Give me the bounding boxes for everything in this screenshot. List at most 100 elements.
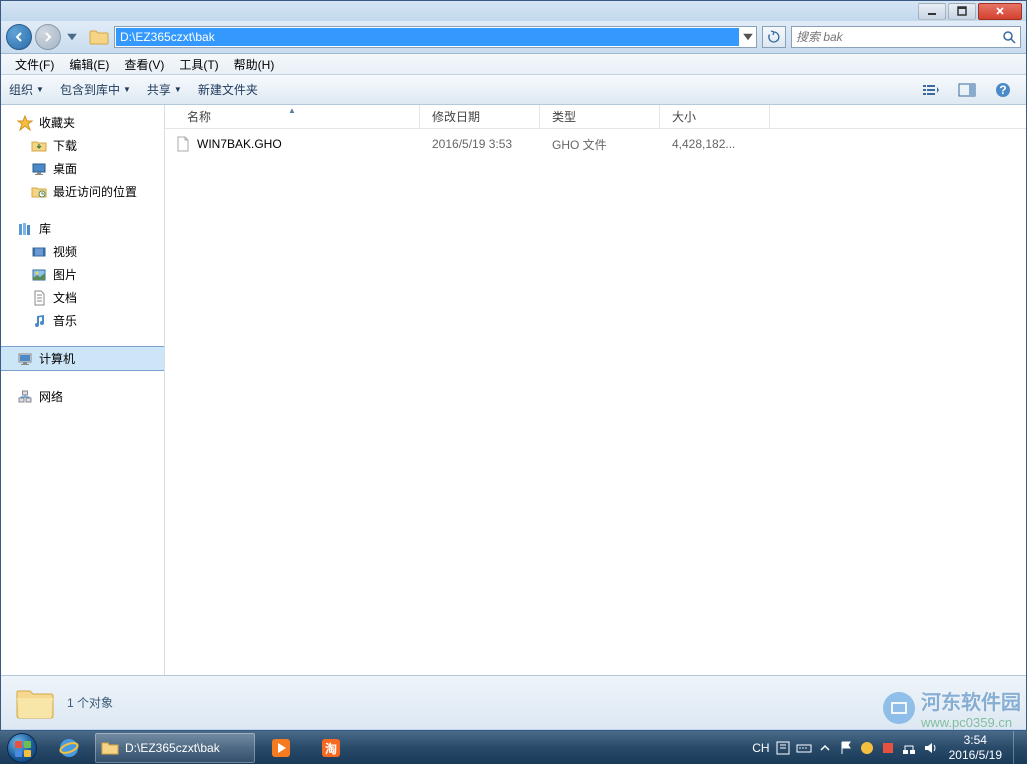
- column-size[interactable]: 大小: [660, 105, 770, 128]
- clock-date: 2016/5/19: [949, 748, 1002, 762]
- ime-tool-icon[interactable]: [775, 740, 791, 756]
- clock-time: 3:54: [949, 733, 1002, 747]
- video-icon: [31, 244, 47, 260]
- explorer-window: 文件(F) 编辑(E) 查看(V) 工具(T) 帮助(H) 组织▼ 包含到库中▼…: [0, 0, 1027, 731]
- refresh-icon: [767, 30, 781, 44]
- menu-view[interactable]: 查看(V): [118, 54, 170, 75]
- help-button[interactable]: ?: [988, 79, 1018, 101]
- column-headers: ▲名称 修改日期 类型 大小: [165, 105, 1026, 129]
- music-icon: [31, 313, 47, 329]
- history-dropdown-icon[interactable]: [64, 27, 80, 47]
- volume-icon[interactable]: [922, 740, 938, 756]
- column-date[interactable]: 修改日期: [420, 105, 540, 128]
- command-toolbar: 组织▼ 包含到库中▼ 共享▼ 新建文件夹 ?: [1, 75, 1026, 105]
- file-size: 4,428,182...: [672, 137, 782, 151]
- media-icon: [270, 737, 292, 759]
- file-list[interactable]: WIN7BAK.GHO 2016/5/19 3:53 GHO 文件 4,428,…: [165, 129, 1026, 675]
- computer-icon: [17, 351, 33, 367]
- taobao-icon: 淘: [320, 737, 342, 759]
- network-icon: [17, 389, 33, 405]
- minimize-button[interactable]: [918, 3, 946, 20]
- ie-icon: [58, 737, 80, 759]
- taskbar-media[interactable]: [257, 733, 305, 763]
- sidebar-network[interactable]: 网络: [1, 385, 164, 408]
- refresh-button[interactable]: [762, 26, 786, 48]
- menu-help[interactable]: 帮助(H): [228, 54, 281, 75]
- menu-tools[interactable]: 工具(T): [173, 54, 224, 75]
- search-icon[interactable]: [1002, 30, 1016, 44]
- menubar: 文件(F) 编辑(E) 查看(V) 工具(T) 帮助(H): [1, 54, 1026, 75]
- file-row[interactable]: WIN7BAK.GHO 2016/5/19 3:53 GHO 文件 4,428,…: [165, 133, 1026, 155]
- folder-icon: [31, 138, 47, 154]
- status-text: 1 个对象: [67, 694, 113, 711]
- search-input[interactable]: [796, 30, 1002, 44]
- organize-button[interactable]: 组织▼: [9, 81, 44, 98]
- sidebar-item-recent[interactable]: 最近访问的位置: [1, 180, 164, 203]
- maximize-button[interactable]: [948, 3, 976, 20]
- menu-file[interactable]: 文件(F): [9, 54, 60, 75]
- sidebar-item-documents[interactable]: 文档: [1, 286, 164, 309]
- svg-text:?: ?: [999, 83, 1006, 97]
- system-tray: CH 3:54 2016/5/19: [752, 731, 1027, 764]
- file-list-pane: ▲名称 修改日期 类型 大小 WIN7BAK.GHO 2016/5/19 3:5…: [165, 105, 1026, 675]
- navigation-pane: 收藏夹 下载 桌面 最近访问的位置 库: [1, 105, 165, 675]
- taskbar-explorer[interactable]: D:\EZ365czxt\bak: [95, 733, 255, 763]
- folder-icon: [101, 740, 119, 756]
- sidebar-item-downloads[interactable]: 下载: [1, 134, 164, 157]
- sidebar-libraries[interactable]: 库: [1, 217, 164, 240]
- forward-button[interactable]: [35, 24, 61, 50]
- titlebar: [1, 1, 1026, 21]
- star-icon: [17, 115, 33, 131]
- show-desktop-button[interactable]: [1013, 731, 1023, 764]
- tray-app-icon[interactable]: [859, 740, 875, 756]
- menu-edit[interactable]: 编辑(E): [63, 54, 115, 75]
- libraries-icon: [17, 221, 33, 237]
- desktop-icon: [31, 161, 47, 177]
- preview-pane-button[interactable]: [952, 79, 982, 101]
- folder-icon: [89, 29, 109, 45]
- close-button[interactable]: [978, 3, 1022, 20]
- back-button[interactable]: [6, 24, 32, 50]
- taskbar-taobao[interactable]: 淘: [307, 733, 355, 763]
- windows-orb-icon: [7, 733, 37, 763]
- documents-icon: [31, 290, 47, 306]
- sidebar-computer[interactable]: 计算机: [1, 346, 164, 371]
- tray-expand-icon[interactable]: [817, 740, 833, 756]
- svg-text:淘: 淘: [325, 741, 337, 756]
- file-type: GHO 文件: [552, 136, 672, 153]
- sidebar-item-videos[interactable]: 视频: [1, 240, 164, 263]
- view-options-button[interactable]: [916, 79, 946, 101]
- sidebar-favorites[interactable]: 收藏夹: [1, 111, 164, 134]
- address-dropdown-icon[interactable]: [740, 27, 756, 47]
- clock[interactable]: 3:54 2016/5/19: [943, 733, 1008, 762]
- include-library-button[interactable]: 包含到库中▼: [60, 81, 131, 98]
- recent-icon: [31, 184, 47, 200]
- folder-large-icon: [15, 686, 55, 720]
- ime-indicator[interactable]: CH: [752, 741, 769, 755]
- file-date: 2016/5/19 3:53: [432, 137, 552, 151]
- sidebar-item-music[interactable]: 音乐: [1, 309, 164, 332]
- navigation-bar: [1, 21, 1026, 54]
- details-pane: 1 个对象: [1, 675, 1026, 729]
- sidebar-item-desktop[interactable]: 桌面: [1, 157, 164, 180]
- network-tray-icon[interactable]: [901, 740, 917, 756]
- taskbar: D:\EZ365czxt\bak 淘 CH 3:54 2016/5/19: [0, 731, 1027, 764]
- tray-app2-icon[interactable]: [880, 740, 896, 756]
- column-type[interactable]: 类型: [540, 105, 660, 128]
- keyboard-icon[interactable]: [796, 740, 812, 756]
- address-input[interactable]: [116, 28, 739, 46]
- share-button[interactable]: 共享▼: [147, 81, 182, 98]
- start-button[interactable]: [0, 731, 44, 764]
- column-name[interactable]: ▲名称: [165, 105, 420, 128]
- file-name: WIN7BAK.GHO: [197, 137, 432, 151]
- new-folder-button[interactable]: 新建文件夹: [198, 81, 258, 98]
- address-bar[interactable]: [114, 26, 757, 48]
- content-area: 收藏夹 下载 桌面 最近访问的位置 库: [1, 105, 1026, 675]
- file-icon: [175, 136, 191, 152]
- sidebar-item-pictures[interactable]: 图片: [1, 263, 164, 286]
- pictures-icon: [31, 267, 47, 283]
- taskbar-app-title: D:\EZ365czxt\bak: [125, 741, 220, 755]
- taskbar-ie[interactable]: [45, 733, 93, 763]
- search-box[interactable]: [791, 26, 1021, 48]
- flag-icon[interactable]: [838, 740, 854, 756]
